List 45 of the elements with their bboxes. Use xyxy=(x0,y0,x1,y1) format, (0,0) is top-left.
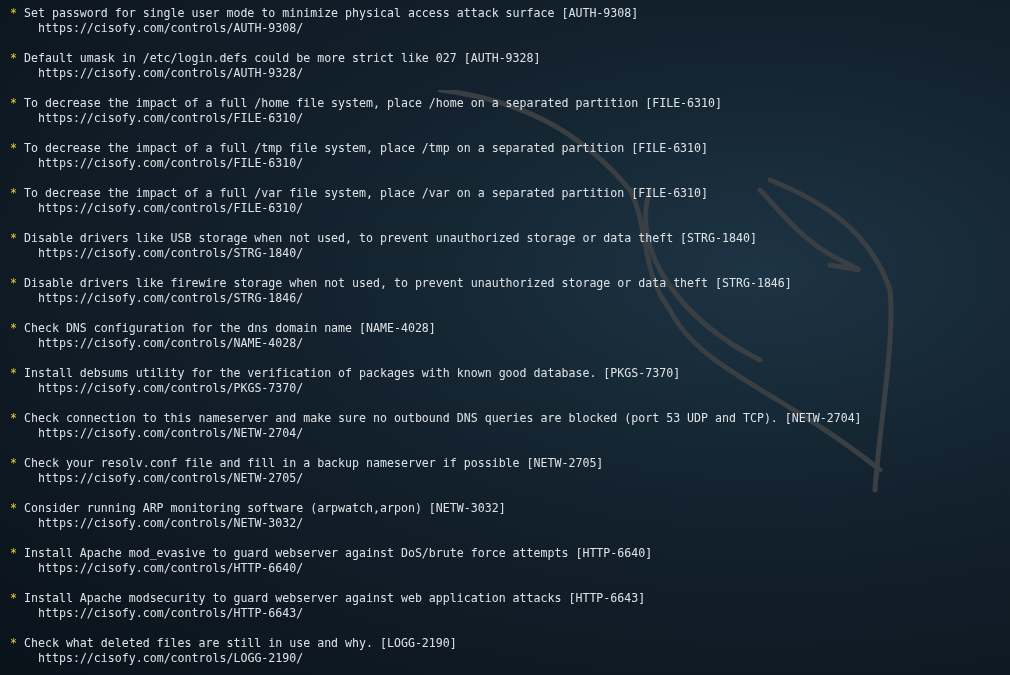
bullet-asterisk: * xyxy=(10,51,18,66)
suggestion-text: Install debsums utility for the verification of packages with known good database. [PKGS-7370] xyxy=(24,366,681,381)
suggestion-text: To decrease the impact of a full /var file system, place /var on a separated partition [FILE-6310] xyxy=(24,186,709,201)
bullet-asterisk: * xyxy=(10,501,18,516)
suggestion-text: Default umask in /etc/login.defs could be more strict like 027 [AUTH-9328] xyxy=(24,51,541,66)
suggestion-text: To decrease the impact of a full /tmp file system, place /tmp on a separated partition [FILE-6310] xyxy=(24,141,709,156)
suggestion-text: Check DNS configuration for the dns domain name [NAME-4028] xyxy=(24,321,436,336)
suggestion-text: Install Apache mod_evasive to guard webserver against DoS/brute force attempts [HTTP-6640] xyxy=(24,546,653,561)
control-url: https://cisofy.com/controls/STRG-1840/ xyxy=(38,246,305,261)
bullet-asterisk: * xyxy=(10,96,18,111)
suggestion-text: Disable drivers like firewire storage when not used, to prevent unauthorized storage or data theft [STRG-1846] xyxy=(24,276,792,291)
bullet-asterisk: * xyxy=(10,546,18,561)
bullet-asterisk: * xyxy=(10,456,18,471)
suggestion-text: Consider running ARP monitoring software (arpwatch,arpon) [NETW-3032] xyxy=(24,501,506,516)
bullet-asterisk: * xyxy=(10,141,18,156)
bullet-asterisk: * xyxy=(10,636,18,651)
control-url: https://cisofy.com/controls/NAME-4028/ xyxy=(38,336,305,351)
control-url: https://cisofy.com/controls/FILE-6310/ xyxy=(38,201,305,216)
bullet-asterisk: * xyxy=(10,321,18,336)
control-url: https://cisofy.com/controls/FILE-6310/ xyxy=(38,111,305,126)
suggestion-text: Set password for single user mode to minimize physical access attack surface [AUTH-9308] xyxy=(24,6,639,21)
control-url: https://cisofy.com/controls/AUTH-9308/ xyxy=(38,21,305,36)
suggestion-text: Install Apache modsecurity to guard webserver against web application attacks [HTTP-6643] xyxy=(24,591,646,606)
bullet-asterisk: * xyxy=(10,366,18,381)
control-url: https://cisofy.com/controls/NETW-3032/ xyxy=(38,516,305,531)
control-url: https://cisofy.com/controls/PKGS-7370/ xyxy=(38,381,305,396)
control-url: https://cisofy.com/controls/LOGG-2190/ xyxy=(38,651,305,666)
suggestion-text: To decrease the impact of a full /home file system, place /home on a separated partition [FILE-6310] xyxy=(24,96,722,111)
bullet-asterisk: * xyxy=(10,276,18,291)
suggestion-text: Check connection to this nameserver and make sure no outbound DNS queries are blocked (port 53 UDP and TCP). [NETW-2704] xyxy=(24,411,862,426)
bullet-asterisk: * xyxy=(10,186,18,201)
control-url: https://cisofy.com/controls/HTTP-6643/ xyxy=(38,606,305,621)
control-url: https://cisofy.com/controls/NETW-2705/ xyxy=(38,471,305,486)
control-url: https://cisofy.com/controls/FILE-6310/ xyxy=(38,156,305,171)
bullet-asterisk: * xyxy=(10,411,18,426)
suggestion-text: Check what deleted files are still in use and why. [LOGG-2190] xyxy=(24,636,457,651)
bullet-asterisk: * xyxy=(10,6,18,21)
control-url: https://cisofy.com/controls/HTTP-6640/ xyxy=(38,561,305,576)
bullet-asterisk: * xyxy=(10,231,18,246)
control-url: https://cisofy.com/controls/NETW-2704/ xyxy=(38,426,305,441)
bullet-asterisk: * xyxy=(10,591,18,606)
suggestion-text: Disable drivers like USB storage when not used, to prevent unauthorized storage or data theft [STRG-1840] xyxy=(24,231,757,246)
control-url: https://cisofy.com/controls/STRG-1846/ xyxy=(38,291,305,306)
control-url: https://cisofy.com/controls/AUTH-9328/ xyxy=(38,66,305,81)
suggestion-text: Check your resolv.conf file and fill in a backup nameserver if possible [NETW-2705] xyxy=(24,456,604,471)
